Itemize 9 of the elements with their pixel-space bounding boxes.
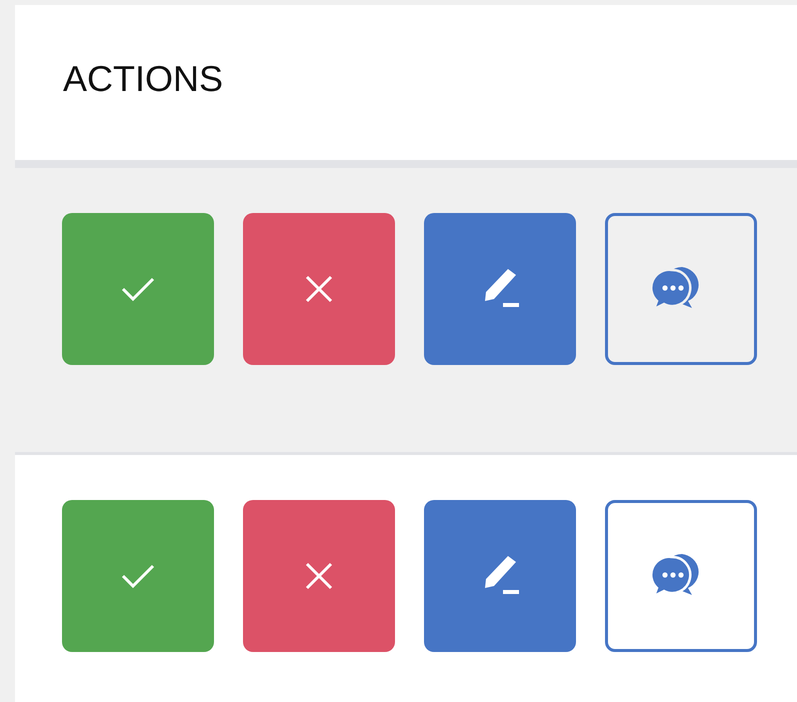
edit-button[interactable] [424,500,576,652]
section-title: ACTIONS [63,56,224,100]
close-icon [305,562,333,590]
edit-button[interactable] [424,213,576,365]
check-icon [121,563,155,589]
check-icon [121,276,155,302]
close-icon [305,275,333,303]
comment-button[interactable] [605,213,757,365]
comment-button[interactable] [605,500,757,652]
